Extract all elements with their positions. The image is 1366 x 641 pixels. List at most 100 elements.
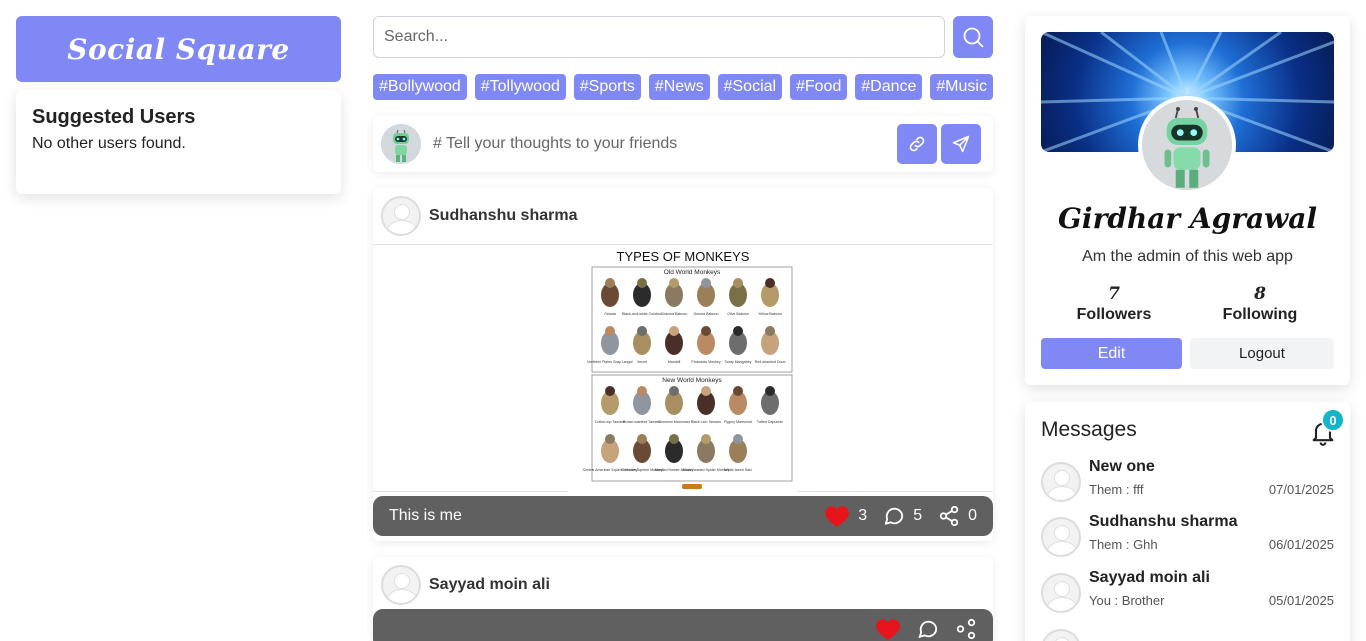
- share-button[interactable]: 0: [938, 505, 977, 527]
- message-item[interactable]: Sudhanshu sharma Them : Ghh 06/01/2025: [1041, 513, 1334, 557]
- monkey-label: Tufted Capuchin: [757, 420, 783, 424]
- message-avatar: [1041, 573, 1081, 613]
- monkey-head: [765, 326, 775, 336]
- monkey-label: Sooty Mangabey: [725, 360, 752, 364]
- tag-music[interactable]: #Music: [930, 74, 993, 100]
- suggested-users-title: Suggested Users: [32, 106, 196, 128]
- post-card: Sayyad moin ali: [373, 557, 993, 641]
- search-input[interactable]: [373, 16, 945, 58]
- monkey-label: Chacma Baboon: [661, 312, 688, 316]
- share-button[interactable]: [955, 618, 977, 640]
- comment-icon: [918, 620, 938, 639]
- post-header: Sudhanshu sharma: [373, 188, 993, 244]
- monkey-label: Black Lion Tamarin: [691, 420, 721, 424]
- svg-text:TYPES OF MONKEYS: TYPES OF MONKEYS: [617, 249, 750, 264]
- like-button[interactable]: [875, 617, 901, 641]
- message-date: 06/01/2025: [1268, 537, 1334, 552]
- monkey-label: Brown-mantled Tamarin: [623, 420, 661, 424]
- following-count: 8: [1254, 284, 1266, 304]
- tag-tollywood[interactable]: #Tollywood: [474, 74, 566, 100]
- message-item[interactable]: Sayyad moin ali You : Brother 05/01/2025: [1041, 569, 1334, 613]
- monkey-label: Olive Baboon: [727, 312, 749, 316]
- followers-stat[interactable]: 7 Followers: [1044, 284, 1184, 324]
- monkey-label: White-faced Saki: [724, 468, 751, 472]
- suggested-users-empty: No other users found.: [32, 135, 186, 152]
- monkey-head: [669, 278, 679, 288]
- logout-button[interactable]: Logout: [1190, 338, 1334, 369]
- monkey-head: [701, 326, 711, 336]
- monkey-head: [765, 386, 775, 396]
- message-sender: Sayyad moin ali: [1089, 569, 1210, 586]
- followers-label: Followers: [1076, 306, 1152, 323]
- monkey-head: [701, 386, 711, 396]
- attach-link-button[interactable]: [897, 124, 937, 164]
- comment-button[interactable]: [917, 618, 939, 640]
- monkey-label: Black-headed Spider Monkey: [683, 468, 730, 472]
- share-count: 0: [968, 507, 977, 524]
- svg-text:New World Monkeys: New World Monkeys: [662, 377, 722, 384]
- send-post-button[interactable]: [941, 124, 981, 164]
- tag-sports[interactable]: #Sports: [573, 74, 641, 100]
- monkey-head: [605, 278, 615, 288]
- monkey-head: [733, 278, 743, 288]
- author-avatar[interactable]: [381, 565, 421, 605]
- message-avatar: [1041, 629, 1081, 641]
- monkey-head: [733, 386, 743, 396]
- monkey-head: [605, 326, 615, 336]
- message-item[interactable]: New one Them : fff 07/01/2025: [1041, 458, 1334, 502]
- edit-profile-button[interactable]: Edit: [1041, 338, 1182, 369]
- post-image[interactable]: TYPES OF MONKEYS Old World Monkeys Gelad…: [373, 244, 993, 493]
- search-icon: [963, 27, 984, 48]
- monkey-head: [637, 326, 647, 336]
- message-preview: Them : fff: [1089, 482, 1144, 497]
- comment-button[interactable]: 5: [883, 505, 922, 527]
- message-sender: Sudhanshu sharma: [1089, 513, 1238, 530]
- monkey-label: Yellow Baboon: [758, 312, 782, 316]
- tag-bollywood[interactable]: #Bollywood: [373, 74, 467, 100]
- post-footer: [373, 609, 993, 641]
- like-button[interactable]: 3: [824, 504, 867, 528]
- post-header: Sayyad moin ali: [373, 557, 993, 613]
- message-item[interactable]: [1041, 625, 1334, 641]
- post-composer: [373, 116, 993, 172]
- monkey-head: [765, 278, 775, 288]
- tag-news[interactable]: #News: [648, 74, 710, 100]
- monkey-label: Vervet: [637, 360, 647, 364]
- message-date: 07/01/2025: [1268, 482, 1334, 497]
- monkey-head: [669, 434, 679, 444]
- link-icon: [909, 136, 925, 152]
- monkey-head: [605, 434, 615, 444]
- monkey-label: Proboscis Monkey: [691, 360, 721, 364]
- svg-text:Old World Monkeys: Old World Monkeys: [664, 269, 721, 276]
- author-avatar[interactable]: [381, 196, 421, 236]
- following-label: Following: [1222, 306, 1298, 323]
- heart-icon: [876, 619, 900, 640]
- monkey-label: Black-and-white Colobus: [622, 312, 662, 316]
- hashtag-bar: #Bollywood #Tollywood #Sports #News #Soc…: [373, 74, 993, 100]
- monkey-label: Common Marmoset: [658, 420, 690, 424]
- message-preview: You : Brother: [1089, 593, 1165, 608]
- monkey-head: [701, 434, 711, 444]
- notification-badge: 0: [1321, 408, 1345, 432]
- tag-social[interactable]: #Social: [717, 74, 783, 100]
- post-author[interactable]: Sayyad moin ali: [429, 576, 550, 594]
- comment-icon: [885, 507, 904, 525]
- brand-logo[interactable]: Social Square: [16, 16, 341, 82]
- types-of-monkeys-image: TYPES OF MONKEYS Old World Monkeys Gelad…: [568, 245, 798, 493]
- tag-food[interactable]: #Food: [789, 74, 848, 100]
- monkey-head: [637, 434, 647, 444]
- following-stat[interactable]: 8 Following: [1190, 284, 1330, 324]
- search-button[interactable]: [953, 16, 993, 58]
- composer-input[interactable]: [433, 135, 893, 153]
- tag-dance[interactable]: #Dance: [855, 74, 923, 100]
- monkey-label: Gelada: [604, 312, 616, 316]
- monkey-head: [669, 326, 679, 336]
- profile-bio: Am the admin of this web app: [1082, 248, 1293, 265]
- profile-avatar[interactable]: [1138, 96, 1236, 194]
- profile-name: Girdhar Agrawal: [1058, 202, 1317, 235]
- share-icon: [956, 618, 976, 640]
- post-author[interactable]: Sudhanshu sharma: [429, 207, 577, 225]
- monkey-head: [733, 326, 743, 336]
- post-caption: This is me: [389, 507, 462, 524]
- suggested-users-card: Suggested Users No other users found.: [16, 90, 341, 194]
